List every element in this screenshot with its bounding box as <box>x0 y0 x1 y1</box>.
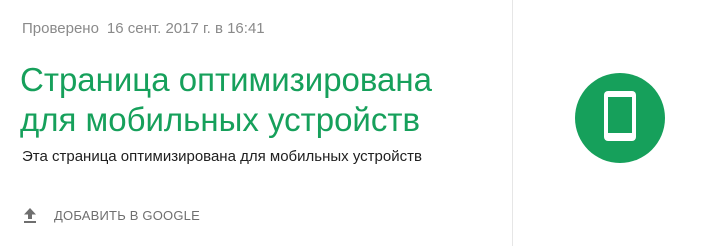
result-info-panel: Проверено 16 сент. 2017 г. в 16:41 Страни… <box>0 0 513 246</box>
mobile-friendly-result-card: Проверено 16 сент. 2017 г. в 16:41 Страни… <box>0 0 724 246</box>
smartphone-icon <box>602 89 638 148</box>
result-title-line1: Страница оптимизирована <box>20 61 432 98</box>
add-to-google-label: ДОБАВИТЬ В GOOGLE <box>54 207 200 223</box>
result-title: Страница оптимизирована для мобильных ус… <box>20 60 490 140</box>
checked-label: Проверено <box>22 20 99 37</box>
result-title-line2: для мобильных устройств <box>20 101 421 138</box>
checked-date: 16 сент. 2017 г. в 16:41 <box>106 20 265 37</box>
result-description: Эта страница оптимизирована для мобильны… <box>22 148 422 165</box>
add-to-google-button[interactable]: ДОБАВИТЬ В GOOGLE <box>22 203 200 227</box>
checked-timestamp: Проверено 16 сент. 2017 г. в 16:41 <box>22 20 265 37</box>
upload-icon <box>22 206 38 224</box>
result-badge-panel <box>513 0 724 246</box>
mobile-friendly-badge <box>575 73 665 163</box>
